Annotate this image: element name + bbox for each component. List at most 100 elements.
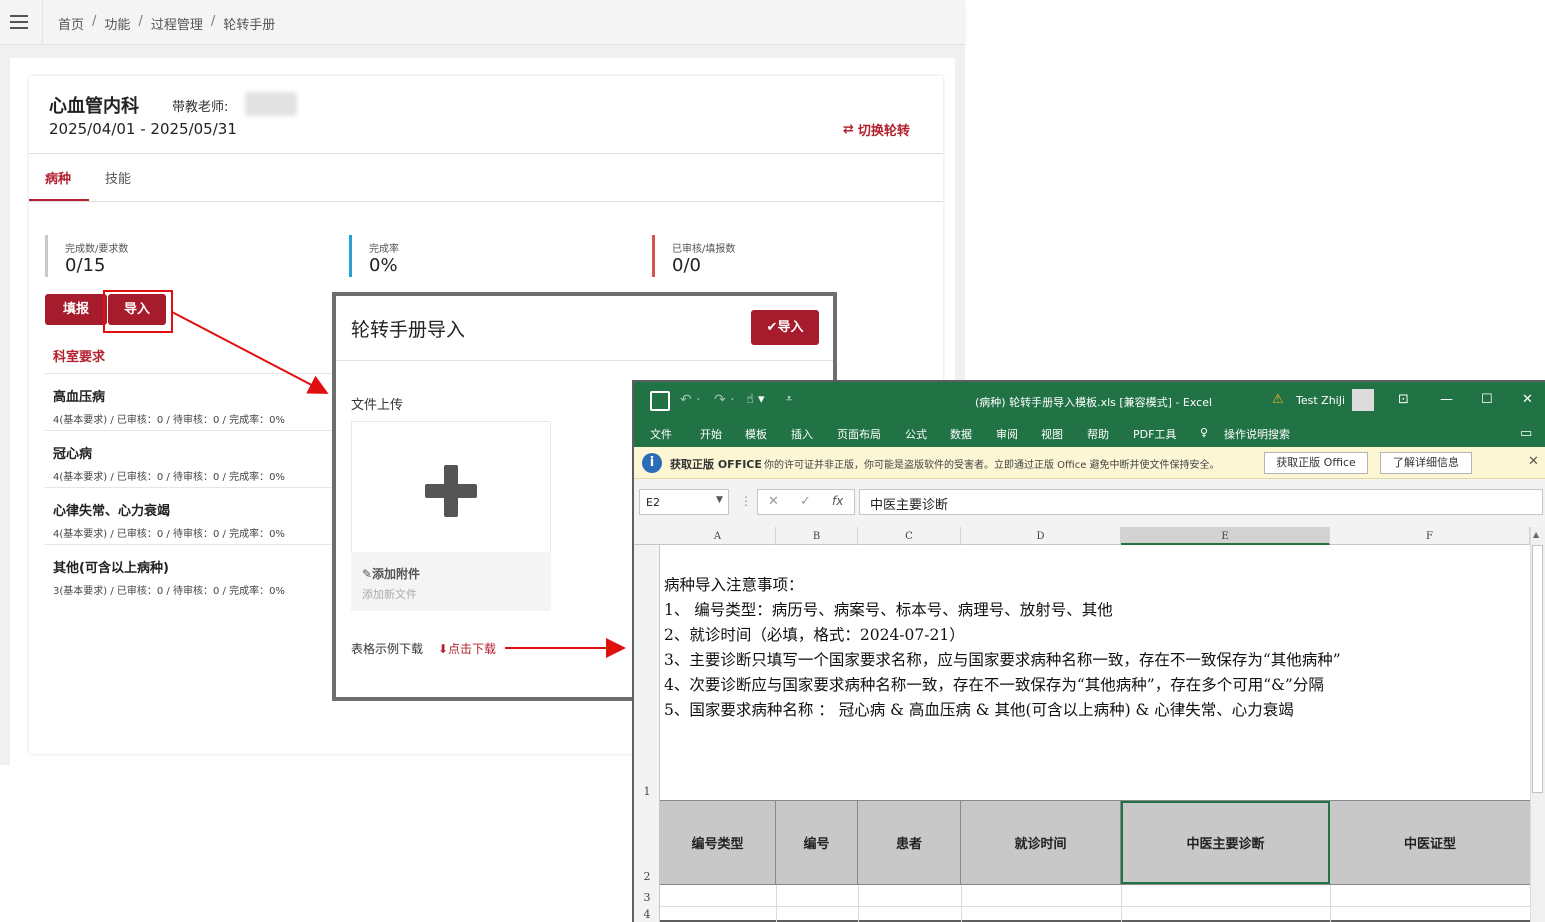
disease-status: 4(基本要求) / 已审核：0 / 待审核：0 / 完成率：0%	[53, 415, 285, 426]
chevron-down-icon[interactable]: ▼	[716, 495, 723, 505]
gridline	[858, 885, 859, 922]
cancel-icon[interactable]: ✕	[768, 494, 779, 509]
tab-help[interactable]: 帮助	[1087, 426, 1109, 442]
divider	[29, 201, 943, 202]
department-title: 心血管内科	[49, 96, 139, 117]
tab-page-layout[interactable]: 页面布局	[837, 426, 881, 442]
download-link[interactable]: ⬇点击下载	[438, 640, 496, 657]
note-line: 2、就诊时间（必填，格式：2024-07-21）	[664, 626, 965, 644]
list-item[interactable]: 高血压病 4(基本要求) / 已审核：0 / 待审核：0 / 完成率：0%	[45, 373, 335, 430]
add-attachment-label[interactable]: ✎添加附件	[362, 565, 420, 582]
table-header-cell[interactable]: 编号类型	[660, 801, 776, 884]
switch-rotation-label: 切换轮转	[857, 124, 910, 139]
table-header-cell[interactable]: 中医证型	[1330, 801, 1530, 884]
row-header[interactable]: 3	[634, 891, 660, 904]
learn-more-button[interactable]: 了解详细信息	[1380, 452, 1472, 474]
avatar[interactable]	[1352, 389, 1374, 411]
header-row: 编号类型 编号 患者 就诊时间 中医主要诊断 中医证型	[660, 800, 1530, 885]
row-header[interactable]: 1	[634, 785, 660, 798]
comments-icon[interactable]: ▭	[1520, 426, 1532, 441]
touch-mode-icon[interactable]: ☝ ▾	[746, 392, 765, 407]
list-item[interactable]: 心律失常、心力衰竭 4(基本要求) / 已审核：0 / 待审核：0 / 完成率：…	[45, 487, 335, 544]
plus-icon	[444, 465, 458, 517]
ribbon-display-icon[interactable]: ⊡	[1398, 392, 1409, 407]
scrollbar-thumb[interactable]	[1532, 545, 1543, 793]
tab-formulas[interactable]: 公式	[905, 426, 927, 442]
menu-icon[interactable]	[10, 15, 28, 29]
tab-insert[interactable]: 插入	[791, 426, 813, 442]
gridline	[660, 906, 1530, 907]
excel-title: (病种) 轮转手册导入模板.xls [兼容模式] - Excel	[975, 396, 1213, 409]
maximize-icon[interactable]: ☐	[1481, 392, 1493, 407]
row-header[interactable]: 4	[634, 908, 660, 921]
disease-name: 冠心病	[53, 447, 93, 462]
note-line: 3、主要诊断只填写一个国家要求名称，应与国家要求病种名称一致，存在不一致保存为“…	[664, 651, 1341, 669]
tab-review[interactable]: 审阅	[996, 426, 1018, 442]
tell-me-search[interactable]: 操作说明搜索	[1224, 426, 1290, 442]
note-line: 5、国家要求病种名称 ： 冠心病 & 高血压病 & 其他(可含以上病种) & 心…	[664, 701, 1294, 719]
column-header[interactable]: B	[776, 527, 858, 545]
tab-home[interactable]: 开始	[700, 426, 722, 442]
tab-file[interactable]: 文件	[650, 426, 672, 442]
note-line: 4、次要诊断应与国家要求病种名称一致，存在不一致保存为“其他病种”，存在多个可用…	[664, 676, 1324, 694]
function-icon[interactable]: fx	[832, 494, 843, 508]
stat-value: 0/0	[672, 255, 701, 276]
more-icon: ⋮	[740, 494, 752, 508]
tab-disease[interactable]: 病种	[45, 168, 71, 187]
disease-status: 3(基本要求) / 已审核：0 / 待审核：0 / 完成率：0%	[53, 586, 285, 597]
requirements-list: 高血压病 4(基本要求) / 已审核：0 / 待审核：0 / 完成率：0% 冠心…	[45, 373, 335, 601]
save-icon[interactable]	[650, 391, 670, 411]
breadcrumb-function[interactable]: 功能	[104, 14, 130, 33]
warning-icon: ⚠	[1272, 392, 1284, 407]
scroll-up-icon[interactable]: ▲	[1533, 530, 1539, 539]
upload-label: 文件上传	[351, 398, 404, 413]
table-header-cell[interactable]: 患者	[858, 801, 961, 884]
breadcrumb-home[interactable]: 首页	[58, 14, 84, 33]
excel-user[interactable]: Test ZhiJi	[1296, 394, 1345, 407]
tab-pdf-tools[interactable]: PDF工具	[1133, 426, 1176, 442]
column-header[interactable]: D	[961, 527, 1121, 545]
column-header-selected[interactable]: E	[1121, 527, 1330, 545]
tab-data[interactable]: 数据	[950, 426, 972, 442]
close-icon[interactable]: ✕	[1522, 392, 1533, 407]
disease-name: 高血压病	[53, 390, 106, 405]
infobar-message: 你的许可证并非正版，你可能是盗版软件的受害者。立即通过正版 Office 避免中…	[764, 460, 1220, 471]
import-button[interactable]: 导入	[108, 294, 166, 325]
get-office-button[interactable]: 获取正版 Office	[1264, 452, 1368, 474]
list-item[interactable]: 其他(可含以上病种) 3(基本要求) / 已审核：0 / 待审核：0 / 完成率…	[45, 544, 335, 601]
redo-icon[interactable]: ↷ ·	[714, 392, 735, 408]
list-item[interactable]: 冠心病 4(基本要求) / 已审核：0 / 待审核：0 / 完成率：0%	[45, 430, 335, 487]
check-icon[interactable]: ✓	[800, 494, 811, 509]
gridline	[1121, 885, 1122, 922]
breadcrumb: 首页 / 功能 / 过程管理 / 轮转手册	[58, 14, 276, 33]
info-icon: i	[642, 453, 662, 473]
divider	[29, 153, 943, 154]
close-icon[interactable]: ✕	[1528, 454, 1539, 469]
customize-toolbar-icon[interactable]: ⩡	[786, 392, 792, 406]
breadcrumb-process[interactable]: 过程管理	[151, 14, 203, 33]
tab-view[interactable]: 视图	[1041, 426, 1063, 442]
minimize-icon[interactable]: —	[1440, 392, 1453, 407]
row-headers: 1 2 3 4	[634, 545, 660, 922]
fill-button[interactable]: 填报	[45, 294, 107, 325]
modal-import-button[interactable]: ✔导入	[751, 310, 819, 345]
disease-name: 心律失常、心力衰竭	[53, 504, 171, 519]
formula-input[interactable]: 中医主要诊断	[859, 489, 1543, 515]
tab-skill[interactable]: 技能	[105, 168, 131, 187]
undo-icon[interactable]: ↶ ·	[680, 392, 701, 408]
note-line: 1、 编号类型：病历号、病案号、标本号、病理号、放射号、其他	[664, 601, 1113, 619]
table-header-cell[interactable]: 编号	[776, 801, 858, 884]
gridline	[961, 885, 962, 922]
row-header[interactable]: 2	[634, 870, 660, 883]
stat-label: 已审核/填报数	[672, 244, 736, 255]
column-header[interactable]: A	[660, 527, 776, 545]
column-header[interactable]: F	[1330, 527, 1530, 545]
requirements-title: 科室要求	[53, 350, 106, 365]
teacher-name-blurred	[245, 92, 297, 116]
switch-rotation-link[interactable]: ⇄ 切换轮转	[843, 120, 910, 139]
selected-cell[interactable]: 中医主要诊断	[1121, 801, 1330, 884]
instructions-cell[interactable]: 病种导入注意事项： 1、 编号类型：病历号、病案号、标本号、病理号、放射号、其他 2…	[664, 548, 1341, 748]
tab-template[interactable]: 模板	[745, 426, 767, 442]
column-header[interactable]: C	[858, 527, 961, 545]
table-header-cell[interactable]: 就诊时间	[961, 801, 1121, 884]
